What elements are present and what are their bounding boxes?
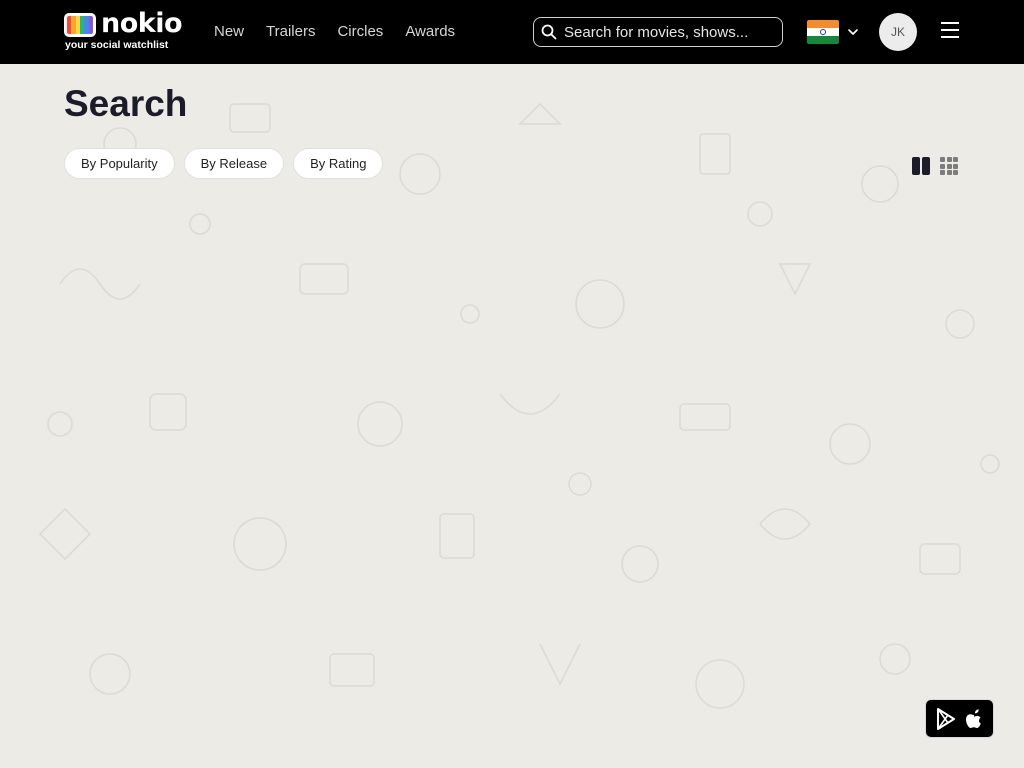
brand-tagline: your social watchlist: [65, 39, 169, 51]
nav-item-circles[interactable]: Circles: [337, 22, 383, 42]
sort-by-release-button[interactable]: By Release: [183, 148, 285, 179]
apple-icon[interactable]: [964, 708, 984, 730]
sort-by-popularity-button[interactable]: By Popularity: [64, 148, 175, 179]
user-avatar[interactable]: JK: [879, 13, 917, 51]
search-input[interactable]: [564, 21, 774, 43]
tv-logo-icon: [64, 13, 96, 37]
main-nav: New Trailers Circles Awards: [214, 22, 477, 42]
view-mode-toggle: [911, 156, 967, 176]
chevron-down-icon[interactable]: [847, 26, 859, 38]
search-box: [533, 17, 783, 47]
nav-item-trailers[interactable]: Trailers: [266, 22, 315, 42]
google-play-icon[interactable]: [936, 708, 956, 730]
top-navigation-bar: nokio your social watchlist New Trailers…: [0, 0, 1024, 64]
sort-options: By Popularity By Release By Rating: [64, 148, 392, 179]
nav-item-awards[interactable]: Awards: [405, 22, 455, 42]
logo-stripe: [88, 16, 93, 34]
nav-item-new[interactable]: New: [214, 22, 244, 42]
nokio-logo[interactable]: nokio your social watchlist: [64, 8, 183, 52]
india-flag-icon[interactable]: [807, 20, 839, 44]
search-icon: [541, 24, 557, 40]
hamburger-menu-icon[interactable]: [941, 22, 961, 42]
two-column-view-icon[interactable]: [911, 156, 931, 176]
brand-name: nokio: [101, 8, 183, 39]
app-download-badge[interactable]: [925, 699, 994, 738]
grid-view-icon[interactable]: [939, 156, 959, 176]
page-title: Search: [64, 83, 188, 124]
sort-by-rating-button[interactable]: By Rating: [293, 148, 384, 179]
